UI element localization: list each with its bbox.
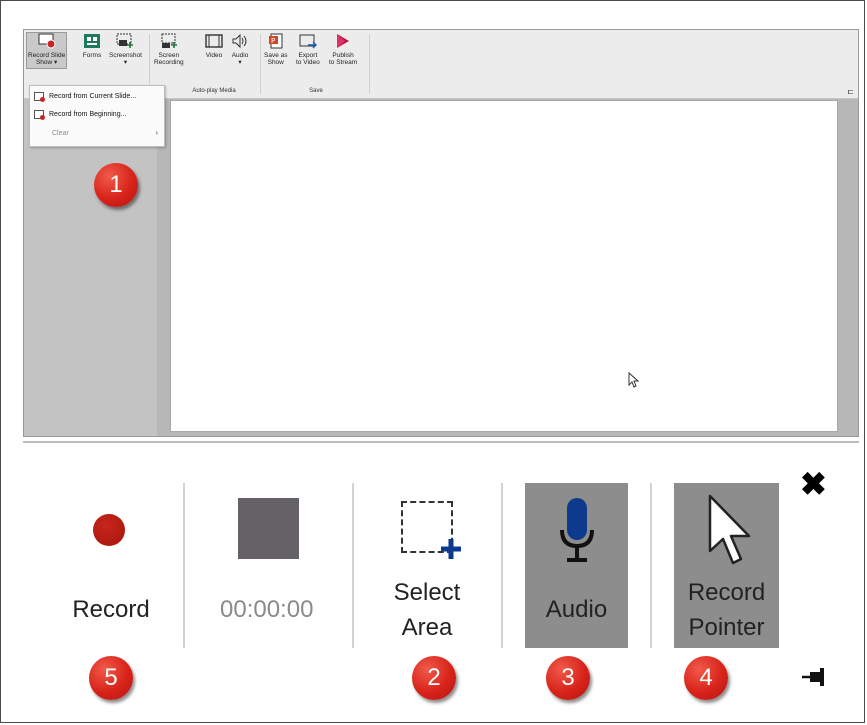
ribbon-separator xyxy=(260,34,261,94)
ribbon-label: Record Slide xyxy=(28,52,66,59)
screenshot-button[interactable]: Screenshot ▾ xyxy=(109,33,142,66)
audio-toggle-button[interactable]: Audio xyxy=(525,483,628,648)
forms-icon xyxy=(82,33,102,49)
select-area-label-line2: Area xyxy=(401,614,453,641)
ribbon-separator xyxy=(369,34,370,94)
speaker-icon xyxy=(230,33,250,49)
ribbon-label: Video xyxy=(205,52,223,59)
slide-thumbnail-pane[interactable] xyxy=(24,99,157,436)
menu-item-label: Record from Current Slide... xyxy=(49,93,137,100)
export-video-icon xyxy=(298,33,318,49)
record-slide-icon xyxy=(34,92,45,102)
ribbon-label: ▾ xyxy=(123,59,128,66)
ribbon-label: Export xyxy=(298,52,318,59)
ribbon-label: Screen xyxy=(158,52,180,59)
pointer-icon xyxy=(708,494,751,565)
record-slide-icon xyxy=(34,110,45,120)
toolbar-separator xyxy=(183,483,185,648)
ribbon-label: Save as xyxy=(264,52,288,59)
plus-icon xyxy=(438,536,464,562)
ribbon-pin-icon[interactable]: ⊏ xyxy=(847,87,854,96)
group-label-save: Save xyxy=(309,88,323,94)
menu-item-label: Record from Beginning... xyxy=(49,111,127,118)
chevron-right-icon: › xyxy=(155,128,158,137)
toolbar-separator xyxy=(352,483,354,648)
callout-marker-2: 2 xyxy=(412,656,456,700)
ribbon-label: to Stream xyxy=(329,59,358,66)
screenshot-frame: Record Slide Show ▾ Forms Screenshot ▾ S… xyxy=(0,0,865,723)
ribbon-label: Publish xyxy=(332,52,354,59)
audio-ribbon-button[interactable]: Audio ▾ xyxy=(230,33,250,66)
video-icon xyxy=(204,33,224,49)
ribbon-label: Recording xyxy=(154,59,184,66)
video-button[interactable]: Video xyxy=(204,33,224,59)
microphone-icon xyxy=(560,498,594,562)
record-label: Record xyxy=(72,596,150,623)
mouse-cursor-icon xyxy=(628,371,640,393)
menu-item-record-from-current-slide[interactable]: Record from Current Slide... xyxy=(34,92,137,102)
powerpoint-window: Record Slide Show ▾ Forms Screenshot ▾ S… xyxy=(23,29,859,437)
callout-marker-3: 3 xyxy=(546,656,590,700)
menu-item-record-from-beginning[interactable]: Record from Beginning... xyxy=(34,110,127,120)
stop-icon xyxy=(238,498,299,559)
slide-canvas[interactable] xyxy=(170,100,838,432)
ribbon-label: to Video xyxy=(296,59,320,66)
ribbon-label: Show xyxy=(267,59,284,66)
toolbar-separator xyxy=(650,483,652,648)
record-dropdown-menu: Record from Current Slide... Record from… xyxy=(29,85,165,147)
save-as-show-icon: P xyxy=(266,33,286,49)
record-pointer-toggle-button[interactable]: Record Pointer xyxy=(674,483,779,648)
group-label-auto-play-media: Auto-play Media xyxy=(192,88,236,94)
save-as-show-button[interactable]: P Save as Show xyxy=(264,33,288,66)
record-pointer-label-line2: Pointer xyxy=(688,614,765,641)
toolbar-top-border xyxy=(23,441,859,443)
forms-button[interactable]: Forms xyxy=(82,33,102,59)
screen-recording-button[interactable]: Screen Recording xyxy=(154,33,184,66)
callout-marker-5: 5 xyxy=(89,656,133,700)
svg-text:P: P xyxy=(271,37,275,45)
toolbar-separator xyxy=(501,483,503,648)
export-to-video-button[interactable]: Export to Video xyxy=(296,33,320,66)
select-area-label-line1: Select xyxy=(393,579,461,606)
ribbon-label: Audio xyxy=(231,52,249,59)
ribbon-label: Show ▾ xyxy=(35,59,58,66)
stream-icon xyxy=(333,33,353,49)
pin-icon[interactable] xyxy=(802,667,826,692)
menu-item-clear[interactable]: Clear xyxy=(52,130,69,137)
ribbon-label: Screenshot xyxy=(109,52,142,59)
record-slide-show-icon xyxy=(37,33,57,49)
record-pointer-label-line1: Record xyxy=(687,579,766,606)
callout-marker-4: 4 xyxy=(684,656,728,700)
audio-label: Audio xyxy=(545,596,608,623)
ribbon-label: Forms xyxy=(82,52,102,59)
publish-to-stream-button[interactable]: Publish to Stream xyxy=(329,33,357,66)
screen-recording-icon xyxy=(159,33,179,49)
screenshot-icon xyxy=(115,33,135,49)
recording-timer: 00:00:00 xyxy=(220,596,314,623)
callout-marker-1: 1 xyxy=(94,163,138,207)
ribbon-label: ▾ xyxy=(238,59,242,66)
record-icon xyxy=(93,514,125,546)
record-slide-show-button[interactable]: Record Slide Show ▾ xyxy=(26,32,68,69)
close-icon[interactable]: ✖ xyxy=(800,468,827,500)
